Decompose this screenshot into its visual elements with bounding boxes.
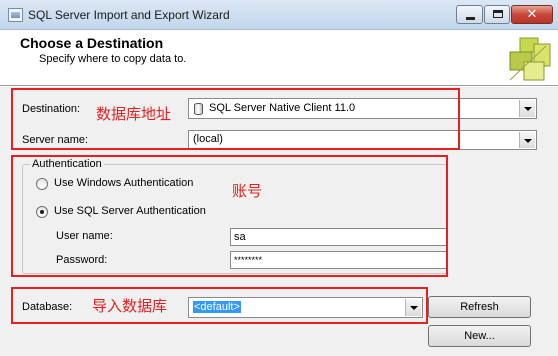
wizard-header: Choose a Destination Specify where to co… (0, 31, 558, 86)
maximize-icon (493, 10, 503, 18)
close-icon: ✕ (526, 7, 538, 22)
wizard-graphic-icon (509, 37, 551, 81)
chevron-down-icon[interactable] (519, 132, 535, 148)
page-title: Choose a Destination (20, 35, 164, 51)
account-annotation-box (11, 155, 448, 277)
window-title: SQL Server Import and Export Wizard (28, 8, 230, 22)
import-export-wizard-window: SQL Server Import and Export Wizard ✕ Ch… (0, 0, 558, 356)
database-note: 导入数据库 (92, 298, 168, 315)
page-subtitle: Specify where to copy data to. (39, 53, 187, 65)
close-button[interactable]: ✕ (511, 5, 553, 24)
account-note: 账号 (232, 183, 263, 200)
maximize-button[interactable] (484, 5, 510, 24)
refresh-button[interactable]: Refresh (428, 296, 531, 318)
new-database-button[interactable]: New... (428, 325, 531, 347)
destination-annotation-box (11, 88, 460, 150)
chevron-down-icon[interactable] (519, 100, 535, 117)
database-annotation-box (11, 287, 428, 324)
app-icon (8, 8, 23, 22)
destination-note: 数据库地址 (96, 106, 172, 123)
minimize-button[interactable] (456, 5, 483, 24)
title-bar[interactable]: SQL Server Import and Export Wizard ✕ (0, 0, 558, 30)
minimize-icon (466, 17, 475, 20)
